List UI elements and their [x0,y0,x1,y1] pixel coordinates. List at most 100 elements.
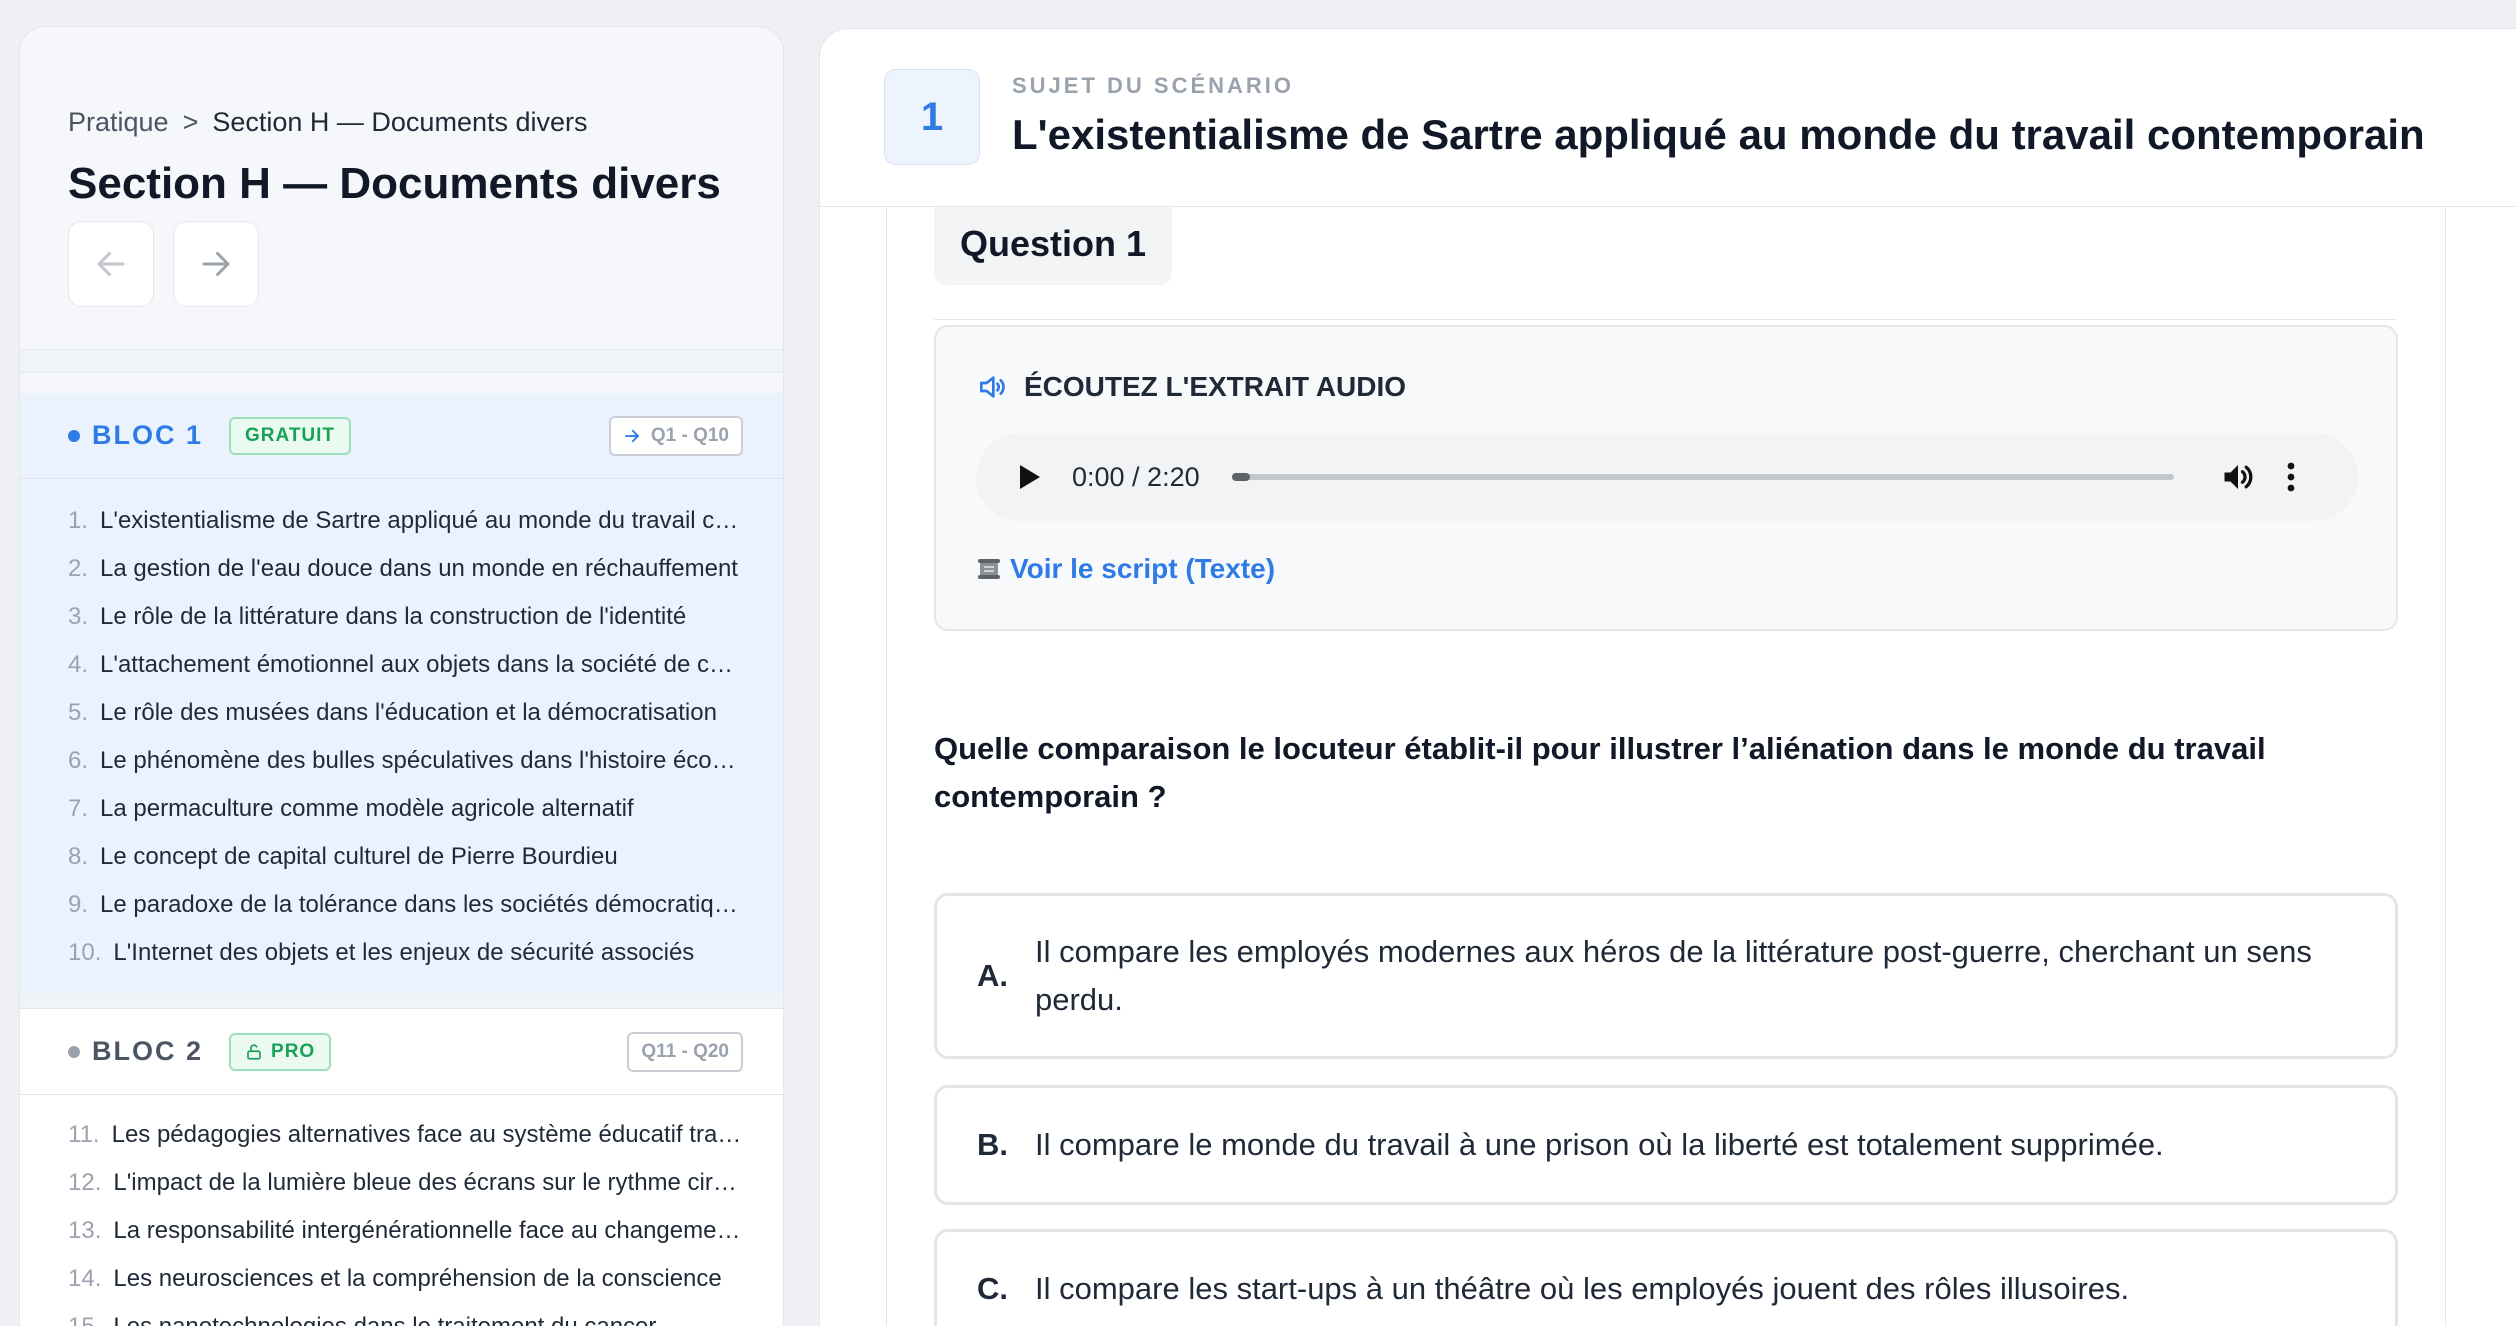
list-item[interactable]: 1. L'existentialisme de Sartre appliqué a… [68,497,743,545]
choice-text: Il compare les start-ups à un théâtre où… [1035,1271,2130,1306]
lock-icon [247,1043,261,1060]
scenario-label: SUJET DU SCÉNARIO [1012,73,1295,98]
item-title: Les pédagogies alternatives face au syst… [111,1121,743,1148]
audio-progress-track[interactable] [1231,473,2174,481]
item-title: La gestion de l'eau douce dans un monde … [100,555,738,582]
item-title: L'existentialisme de Sartre appliqué au … [100,507,743,534]
scenario-number: 1 [884,69,980,165]
item-title: Les nanotechnologies dans le traitement … [113,1313,656,1326]
list-item[interactable]: 7. La permaculture comme modèle agricole … [68,785,743,833]
answer-choice-c[interactable]: C. Il compare les start-ups à un théâtre… [934,1229,2398,1326]
list-item[interactable]: 6. Le phénomène des bulles spéculatives d… [68,737,743,785]
list-item[interactable]: 14. Les neurosciences et la compréhension… [68,1255,743,1303]
audio-player[interactable]: 0:00 / 2:20 [976,433,2358,521]
next-button[interactable] [173,221,259,307]
question-prompt: Quelle comparaison le locuteur établit-i… [934,731,2266,814]
item-title: Le rôle des musées dans l'éducation et l… [100,699,717,726]
list-item[interactable]: 2. La gestion de l'eau douce dans un mond… [68,545,743,593]
item-number: 2. [68,555,89,582]
choice-letter: B. [977,1127,1008,1162]
arrow-left-icon [97,252,125,276]
sidebar: Pratique > Section H — Documents divers Se… [19,26,784,1326]
bloc-1-list: 1. L'existentialisme de Sartre appliqué a… [20,479,783,993]
list-item[interactable]: 10. L'Internet des objets et les enjeux d… [68,929,743,977]
breadcrumb: Pratique > Section H — Documents divers [68,107,588,138]
bloc-range-label: Q11 - Q20 [641,1040,729,1062]
item-number: 13. [68,1217,102,1244]
item-number: 15. [68,1313,101,1326]
arrow-right-icon [624,429,639,442]
list-item[interactable]: 5. Le rôle des musées dans l'éducation et… [68,689,743,737]
section-title: Section H — Documents divers [68,159,721,208]
arrow-right-icon [202,252,230,276]
scenario-title: L'existentialisme de Sartre appliqué au … [1012,111,2425,158]
volume-icon[interactable] [2220,459,2256,495]
bloc-range-button[interactable]: Q11 - Q20 [627,1031,743,1072]
bloc-range-label: Q1 - Q10 [650,424,729,446]
item-number: 6. [68,747,89,774]
list-item[interactable]: 11. Les pédagogies alternatives face au s… [68,1111,743,1159]
bloc-2-header[interactable]: BLOC 2 PRO Q11 - Q20 [20,1009,783,1095]
item-title: Le paradoxe de la tolérance dans les soc… [100,891,743,918]
breadcrumb-root[interactable]: Pratique [68,107,169,137]
speaker-icon [980,376,1005,398]
list-item[interactable]: 8. Le concept de capital culturel de Pier… [68,833,743,881]
bloc-name: BLOC 1 [92,420,204,450]
scroll-icon [978,559,1000,579]
more-options-icon[interactable] [2286,461,2296,493]
audio-title-text: ÉCOUTEZ L'EXTRAIT AUDIO [1024,371,1407,402]
pro-badge: PRO [229,1032,332,1071]
item-number: 11. [68,1121,100,1148]
item-title: L'Internet des objets et les enjeux de s… [113,939,695,966]
bloc-name: BLOC 2 [92,1036,204,1066]
free-badge: GRATUIT [229,416,352,455]
view-script-link[interactable]: Voir le script (Texte) [976,553,1275,585]
pro-badge-label: PRO [271,1040,316,1062]
bloc-1-header[interactable]: BLOC 1 GRATUIT Q1 - Q10 [20,393,783,479]
item-number: 4. [68,651,89,678]
item-title: Le phénomène des bulles spéculatives dan… [100,747,743,774]
choice-text: Il compare le monde du travail à une pri… [1035,1127,2164,1162]
answer-choice-b[interactable]: B. Il compare le monde du travail à une … [934,1085,2398,1205]
list-item[interactable]: 4. L'attachement émotionnel aux objets da… [68,641,743,689]
bloc-range-button[interactable]: Q1 - Q10 [608,415,743,456]
item-title: La permaculture comme modèle agricole al… [100,795,634,822]
question-panel: 1 SUJET DU SCÉNARIO L'existentialisme de… [819,28,2516,1326]
view-script-label: Voir le script (Texte) [1010,553,1276,584]
choice-letter: C. [977,1271,1008,1306]
choice-text: Il compare les employés modernes aux hér… [1035,934,2312,1017]
answer-choice-a[interactable]: A. Il compare les employés modernes aux … [934,893,2398,1059]
bloc-dot [68,1045,80,1058]
play-icon[interactable] [1018,464,1042,490]
bloc-dot [68,429,80,442]
list-item[interactable]: 15. Les nanotechnologies dans le traiteme… [68,1303,743,1326]
list-item[interactable]: 9. Le paradoxe de la tolérance dans les s… [68,881,743,929]
question-label: Question 1 [934,199,1173,285]
item-number: 7. [68,795,89,822]
item-number: 9. [68,891,89,918]
bloc-2-list: 11. Les pédagogies alternatives face au s… [20,1095,783,1326]
item-title: Le rôle de la littérature dans la constr… [100,603,687,630]
item-title: L'impact de la lumière bleue des écrans … [113,1169,743,1196]
item-number: 1. [68,507,89,534]
item-number: 3. [68,603,89,630]
list-item[interactable]: 13. La responsabilité intergénérationnell… [68,1207,743,1255]
item-number: 12. [68,1169,102,1196]
list-item[interactable]: 12. L'impact de la lumière bleue des écra… [68,1159,743,1207]
audio-time: 0:00 / 2:20 [1072,461,1200,492]
item-title: La responsabilité intergénérationnelle f… [113,1217,743,1244]
item-number: 14. [68,1265,102,1292]
sidebar-divider [20,349,783,373]
question-divider [934,319,2396,320]
item-title: Les neurosciences et la compréhension de… [113,1265,722,1292]
list-item[interactable]: 3. Le rôle de la littérature dans la cons… [68,593,743,641]
choice-letter: A. [977,958,1008,993]
previous-button[interactable] [68,221,154,307]
item-title: L'attachement émotionnel aux objets dans… [100,651,743,678]
item-number: 5. [68,699,89,726]
item-number: 8. [68,843,89,870]
bloc-separator [20,993,783,1009]
breadcrumb-separator: > [182,107,199,137]
audio-progress-fill [1231,473,1251,481]
item-number: 10. [68,939,102,966]
